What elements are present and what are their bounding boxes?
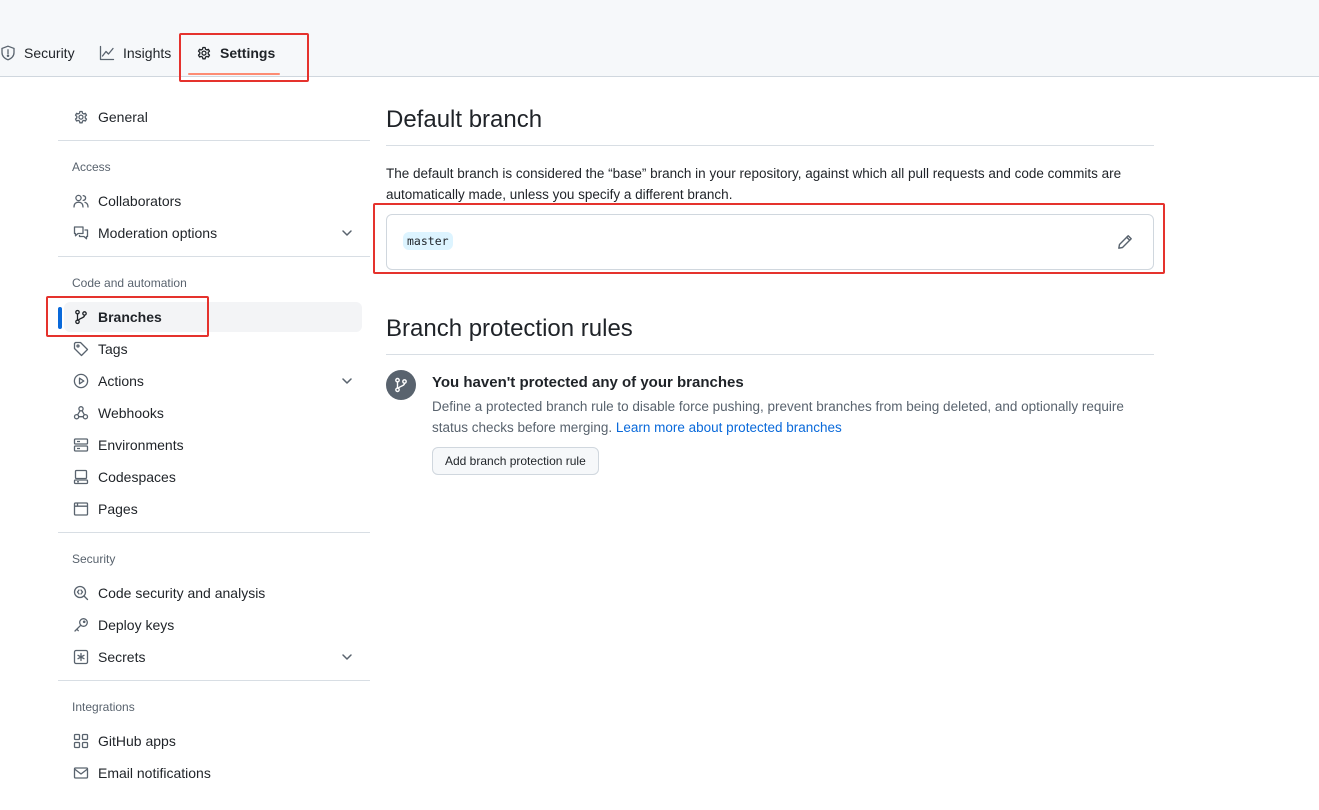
sidebar-item-label: Secrets	[98, 649, 146, 665]
graph-icon	[99, 45, 115, 61]
repo-tab-bar: Security Insights Settings	[0, 0, 1319, 77]
tab-settings-label: Settings	[220, 45, 276, 61]
sidebar-item-deploy-keys[interactable]: Deploy keys	[64, 610, 362, 640]
sidebar-divider	[58, 532, 370, 533]
sidebar-group-security: Security	[72, 552, 116, 566]
sidebar-item-pages[interactable]: Pages	[64, 494, 362, 524]
gear-icon	[73, 109, 89, 125]
sidebar-item-label: Webhooks	[98, 405, 164, 421]
codescan-icon	[73, 585, 89, 601]
section-title-branch-protection: Branch protection rules	[386, 315, 633, 342]
sidebar-divider	[58, 680, 370, 681]
sidebar-item-codespaces[interactable]: Codespaces	[64, 462, 362, 492]
default-branch-name: master	[403, 232, 453, 250]
sidebar-item-label: General	[98, 109, 148, 125]
section-divider	[386, 354, 1154, 355]
shield-icon	[0, 45, 16, 61]
default-branch-description: The default branch is considered the “ba…	[386, 166, 1122, 202]
sidebar-group-integrations: Integrations	[72, 700, 135, 714]
key-asterisk-icon	[73, 649, 89, 665]
sidebar-item-actions[interactable]: Actions	[64, 366, 362, 396]
empty-state-title: You haven't protected any of your branch…	[432, 374, 744, 391]
sidebar-item-email-notifications[interactable]: Email notifications	[64, 758, 362, 788]
learn-more-link[interactable]: Learn more about protected branches	[616, 420, 842, 435]
sidebar-item-github-apps[interactable]: GitHub apps	[64, 726, 362, 756]
sidebar-divider	[58, 256, 370, 257]
tag-icon	[73, 341, 89, 357]
sidebar-item-label: Tags	[98, 341, 128, 357]
sidebar-item-label: Environments	[98, 437, 184, 453]
tab-security-label: Security	[24, 45, 75, 61]
sidebar-item-branches[interactable]: Branches	[58, 302, 362, 332]
section-divider	[386, 145, 1154, 146]
sidebar-item-label: Pages	[98, 501, 138, 517]
sidebar-item-webhooks[interactable]: Webhooks	[64, 398, 362, 428]
default-branch-box: master	[386, 214, 1154, 270]
active-indicator	[58, 307, 62, 329]
sidebar-group-access: Access	[72, 160, 111, 174]
sidebar-item-label: Actions	[98, 373, 144, 389]
gear-icon	[196, 45, 212, 61]
tab-settings[interactable]: Settings	[196, 36, 275, 70]
apps-icon	[73, 733, 89, 749]
sidebar-item-label: Branches	[98, 309, 162, 325]
sidebar-divider	[58, 140, 370, 141]
tab-insights[interactable]: Insights	[99, 36, 171, 70]
comment-discussion-icon	[73, 225, 89, 241]
people-icon	[73, 193, 89, 209]
sidebar-item-collaborators[interactable]: Collaborators	[64, 186, 362, 216]
git-branch-icon	[386, 370, 416, 400]
key-icon	[73, 617, 89, 633]
sidebar-item-label: Moderation options	[98, 225, 218, 241]
empty-state-description: Define a protected branch rule to disabl…	[432, 396, 1162, 438]
section-title-default-branch: Default branch	[386, 106, 543, 133]
sidebar-item-label: Email notifications	[98, 765, 211, 781]
sidebar-item-label: Codespaces	[98, 469, 176, 485]
sidebar-item-label: Code security and analysis	[98, 585, 266, 601]
sidebar-item-label: GitHub apps	[98, 733, 176, 749]
tab-insights-label: Insights	[123, 45, 172, 61]
webhook-icon	[73, 405, 89, 421]
active-tab-underline	[188, 73, 280, 75]
sidebar-item-general[interactable]: General	[64, 102, 362, 132]
chevron-down-icon[interactable]	[340, 374, 354, 388]
chevron-down-icon[interactable]	[340, 650, 354, 664]
play-icon	[73, 373, 89, 389]
sidebar-group-code-automation: Code and automation	[72, 276, 187, 290]
git-branch-icon	[73, 309, 89, 325]
pencil-icon[interactable]	[1117, 234, 1133, 250]
sidebar-item-secrets[interactable]: Secrets	[64, 642, 362, 672]
sidebar-item-tags[interactable]: Tags	[64, 334, 362, 364]
server-icon	[73, 437, 89, 453]
sidebar-item-label: Deploy keys	[98, 617, 175, 633]
tab-security[interactable]: Security	[0, 36, 75, 70]
mail-icon	[73, 765, 89, 781]
add-branch-protection-rule-button[interactable]: Add branch protection rule	[432, 447, 599, 475]
chevron-down-icon[interactable]	[340, 226, 354, 240]
sidebar-item-label: Collaborators	[98, 193, 182, 209]
codespaces-icon	[73, 469, 89, 485]
sidebar-item-code-security[interactable]: Code security and analysis	[64, 578, 362, 608]
sidebar-item-environments[interactable]: Environments	[64, 430, 362, 460]
sidebar-item-moderation-options[interactable]: Moderation options	[64, 218, 362, 248]
browser-icon	[73, 501, 89, 517]
